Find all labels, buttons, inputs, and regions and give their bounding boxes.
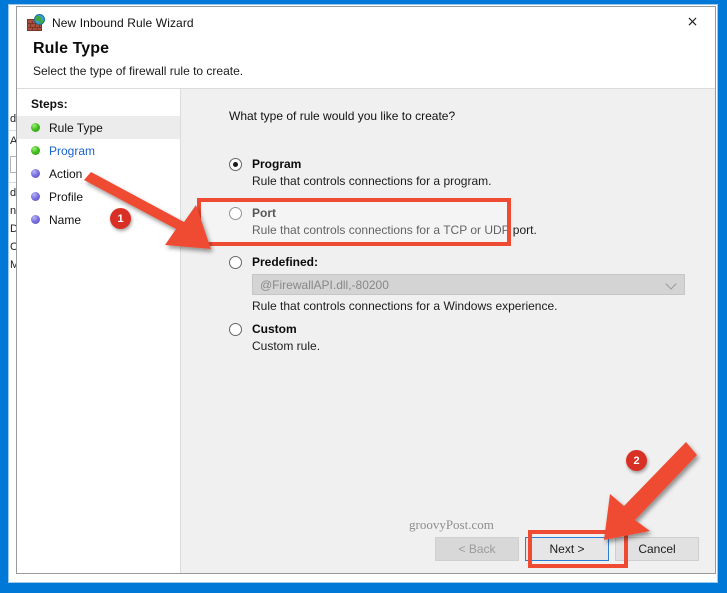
radio-label-predefined: Predefined: [252, 255, 319, 269]
step-bullet-icon [31, 169, 40, 178]
radio-option-port[interactable]: Port [229, 206, 691, 220]
globe-icon [34, 13, 45, 25]
radio-option-program[interactable]: Program [229, 157, 691, 171]
page-title: Rule Type [33, 40, 110, 57]
radio-description-predefined: Rule that controls connections for a Win… [252, 299, 558, 313]
new-inbound-rule-wizard-dialog: New Inbound Rule Wizard × Rule Type Sele… [16, 6, 716, 574]
predefined-rule-value: @FirewallAPI.dll,-80200 [260, 277, 389, 292]
sidebar-item-label: Rule Type [49, 120, 103, 135]
predefined-rule-dropdown[interactable]: @FirewallAPI.dll,-80200 [252, 274, 685, 295]
page-subtitle: Select the type of firewall rule to crea… [33, 64, 244, 78]
radio-icon-program[interactable] [229, 158, 242, 171]
close-button[interactable]: × [670, 7, 715, 37]
sidebar-item-program[interactable]: Program [17, 139, 180, 162]
wizard-header: Rule Type Select the type of firewall ru… [17, 38, 715, 89]
chevron-down-icon [665, 277, 677, 290]
window-title: New Inbound Rule Wizard [52, 15, 194, 30]
wizard-content: What type of rule would you like to crea… [181, 89, 715, 573]
radio-label-program: Program [252, 157, 302, 171]
sidebar-item-label: Action [49, 166, 83, 181]
radio-icon-predefined[interactable] [229, 256, 242, 269]
cancel-button[interactable]: Cancel [615, 537, 699, 561]
sidebar-item-profile[interactable]: Profile [17, 185, 180, 208]
radio-icon-custom[interactable] [229, 323, 242, 336]
step-bullet-icon [31, 192, 40, 201]
radio-icon-port[interactable] [229, 207, 242, 220]
steps-sidebar: Steps: Rule Type Program Action Profile [17, 89, 181, 573]
radio-description-port: Rule that controls connections for a TCP… [252, 223, 537, 237]
sidebar-item-name[interactable]: Name [17, 208, 180, 231]
radio-label-port: Port [252, 206, 276, 220]
watermark: groovyPost.com [409, 517, 494, 532]
annotation-badge-1: 1 [110, 208, 131, 229]
title-bar: New Inbound Rule Wizard × [17, 7, 715, 38]
wizard-body: Steps: Rule Type Program Action Profile [17, 89, 715, 573]
next-button[interactable]: Next > [525, 537, 609, 561]
radio-description-program: Rule that controls connections for a pro… [252, 174, 492, 188]
steps-heading: Steps: [31, 97, 68, 111]
wizard-footer: groovyPost.com < Back Next > Cancel [181, 517, 715, 573]
desktop-background: d Ac d n D Co M [0, 0, 727, 593]
button-row: < Back Next > Cancel [435, 537, 699, 561]
sidebar-item-rule-type[interactable]: Rule Type [17, 116, 180, 139]
radio-option-custom[interactable]: Custom [229, 322, 691, 336]
radio-label-custom: Custom [252, 322, 297, 336]
back-button[interactable]: < Back [435, 537, 519, 561]
radio-description-custom: Custom rule. [252, 339, 321, 353]
close-icon: × [686, 14, 699, 30]
radio-group: Program Rule that controls connections f… [197, 157, 691, 353]
annotation-badge-2: 2 [626, 450, 647, 471]
sidebar-item-label: Name [49, 212, 82, 227]
firewall-globe-icon [27, 13, 45, 32]
question-text: What type of rule would you like to crea… [229, 109, 456, 123]
sidebar-item-action[interactable]: Action [17, 162, 180, 185]
step-bullet-icon [31, 146, 40, 155]
step-bullet-icon [31, 215, 40, 224]
sidebar-item-label: Profile [49, 189, 84, 204]
step-bullet-icon [31, 123, 40, 132]
radio-option-predefined[interactable]: Predefined: [229, 255, 691, 269]
sidebar-item-label: Program [49, 143, 96, 158]
